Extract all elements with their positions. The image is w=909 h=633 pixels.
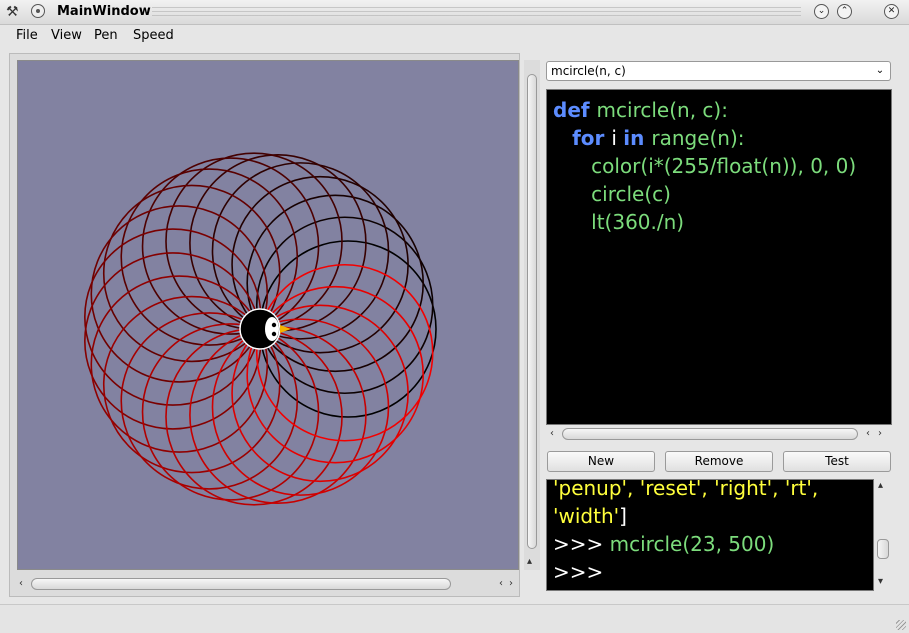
code-line: color(i*(255/float(n)), 0, 0) [553, 152, 856, 180]
scroll-left-icon[interactable]: ‹ [550, 429, 554, 439]
minimize-button[interactable]: ⌄ [814, 4, 829, 19]
code-line: for i in range(n): [553, 124, 856, 152]
console-line: >>> mcircle(23, 500) [553, 530, 818, 558]
snippet-select[interactable]: mcircle(n, c) ⌄ [546, 61, 891, 81]
test-button[interactable]: Test [783, 451, 891, 472]
menu-speed[interactable]: Speed [133, 28, 174, 44]
drawn-circle [189, 154, 367, 332]
code-token: def [553, 98, 597, 122]
code-editor[interactable]: def mcircle(n, c): for i in range(n): co… [546, 89, 892, 425]
console-token: ] [619, 504, 627, 528]
console-token: >>> [553, 532, 610, 556]
chevron-down-icon[interactable]: ⌄ [874, 65, 886, 77]
console-line: 'width'] [553, 502, 818, 530]
scroll-up-icon[interactable]: ▴ [878, 481, 883, 491]
new-button[interactable]: New [547, 451, 655, 472]
scroll-left-end-icon[interactable]: ‹ [499, 579, 503, 589]
code-line: def mcircle(n, c): [553, 96, 856, 124]
drawn-circle [165, 152, 343, 331]
drawn-circle [141, 323, 320, 501]
scroll-left-end-icon[interactable]: ‹ [866, 429, 870, 439]
sticky-icon[interactable] [31, 4, 45, 18]
canvas-vertical-scroll-thumb[interactable] [527, 74, 537, 549]
canvas-horizontal-scrollbar[interactable]: ‹ ‹ › [17, 576, 519, 592]
code-token: for [572, 126, 612, 150]
drawn-circle [141, 157, 320, 335]
drawn-circle [165, 327, 343, 506]
console-token: >>> [553, 560, 610, 584]
drawn-circle [211, 318, 390, 496]
scroll-up-icon[interactable]: ▴ [527, 557, 532, 567]
code-text[interactable]: def mcircle(n, c): for i in range(n): co… [553, 96, 856, 236]
code-token: color(i*(255/float(n)), 0, 0) [553, 154, 857, 178]
console-vertical-scrollbar[interactable]: ▴ ▾ [875, 479, 891, 591]
drawn-circle [189, 326, 367, 504]
console-output[interactable]: 'penup', 'reset', 'right', 'rt','width']… [553, 479, 819, 586]
app-icon[interactable]: ⚒ [6, 4, 22, 20]
resize-grip-icon[interactable] [896, 620, 906, 630]
snippet-select-value: mcircle(n, c) [551, 64, 626, 78]
console-vertical-scroll-thumb[interactable] [877, 539, 889, 559]
scroll-left-icon[interactable]: ‹ [19, 579, 23, 589]
console-line: 'penup', 'reset', 'right', 'rt', [553, 479, 819, 502]
title-bar[interactable]: ⚒ MainWindow ⌄ ⌃ ✕ [0, 0, 909, 25]
scroll-right-icon[interactable]: › [878, 429, 882, 439]
scroll-down-icon[interactable]: ▾ [878, 577, 883, 587]
turtle-canvas[interactable] [17, 60, 519, 570]
code-line: circle(c) [553, 180, 856, 208]
code-token: range(n): [651, 126, 745, 150]
menu-file[interactable]: File [16, 28, 38, 44]
editor-horizontal-scroll-thumb[interactable] [562, 428, 858, 440]
code-token: lt(360./n) [553, 210, 685, 234]
editor-horizontal-scrollbar[interactable]: ‹ ‹ › [546, 426, 892, 442]
remove-button[interactable]: Remove [665, 451, 773, 472]
code-token: i [611, 126, 624, 150]
canvas-horizontal-scroll-thumb[interactable] [31, 578, 451, 590]
circle-drawing [84, 152, 437, 506]
code-token: circle(c) [553, 182, 671, 206]
scroll-right-icon[interactable]: › [509, 579, 513, 589]
python-console[interactable]: 'penup', 'reset', 'right', 'rt','width']… [546, 479, 874, 591]
menu-bar: File View Pen Speed [0, 25, 909, 47]
status-bar [0, 604, 909, 633]
menu-pen[interactable]: Pen [94, 28, 118, 44]
canvas-vertical-scrollbar[interactable]: ▴ [524, 60, 540, 570]
console-token: 'width' [553, 504, 620, 528]
penguin-icon [239, 308, 291, 350]
title-bar-decoration [152, 7, 801, 16]
code-token: in [623, 126, 652, 150]
maximize-button[interactable]: ⌃ [837, 4, 852, 19]
window-title: MainWindow [57, 4, 151, 19]
drawn-circle [211, 162, 390, 340]
menu-view[interactable]: View [51, 28, 82, 44]
close-button[interactable]: ✕ [884, 4, 899, 19]
code-token: mcircle(n, c): [596, 98, 728, 122]
console-token: mcircle(23, 500) [609, 532, 775, 556]
code-line: lt(360./n) [553, 208, 856, 236]
console-line: >>> [553, 558, 818, 586]
console-token: 'penup', 'reset', 'right', 'rt', [553, 479, 819, 500]
